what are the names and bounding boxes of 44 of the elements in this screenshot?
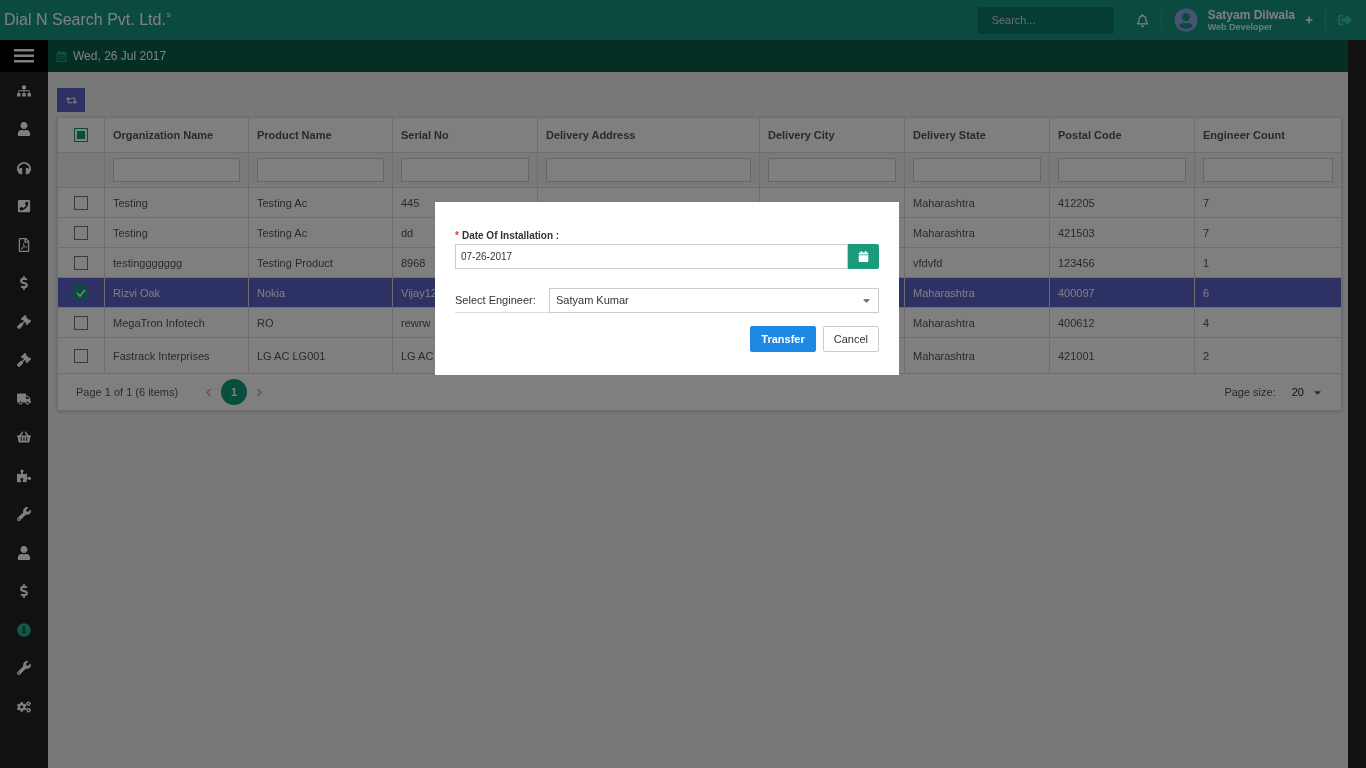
table-cell: Fastrack Interprises [113,349,210,362]
table-cell: MegaTron Infotech [113,316,205,329]
table-cell: 123456 [1058,256,1095,269]
table-cell: dd [401,226,414,239]
page-summary: Page 1 of 1 (6 items) [76,386,179,398]
table-cell: Maharashtra [913,316,975,329]
engineer-label: Select Engineer: [455,294,537,306]
table-cell: vfdvfd [913,256,943,269]
table-cell: 7 [1203,226,1210,239]
table-cell: Testing Ac [257,226,308,239]
table-cell: 421503 [1058,226,1095,239]
table-cell: 2 [1203,349,1210,362]
table-cell: Maharashtra [913,226,975,239]
table-cell: LG AC [401,349,434,362]
table-cell: 412205 [1058,196,1095,209]
table-cell: Nokia [257,286,286,299]
table-cell: 7 [1203,196,1210,209]
table-cell: Testing Ac [257,196,308,209]
table-cell: Maharashtra [913,349,975,362]
table-cell: 4 [1203,316,1210,329]
current-date: Wed, 26 Jul 2017 [73,49,167,63]
table-cell: 445 [401,196,420,209]
user-role: Web Developer [1207,22,1274,32]
table-cell: Rizvi Oak [113,286,161,299]
table-cell: Testing Product [257,256,333,269]
table-cell: Maharashtra [913,286,975,299]
page-size-label: Page size: [1224,386,1276,398]
table-cell: Testing [113,196,148,209]
table-cell: 421001 [1058,349,1095,362]
brand-mark: s [166,10,171,19]
table-cell: 8968 [401,256,426,269]
table-cell: rewrw [401,316,431,329]
table-cell: Maharashtra [913,196,975,209]
table-cell: Testing [113,226,148,239]
brand-name: Dial N Search Pvt. Ltd. [4,10,166,30]
table-cell: 1 [1203,256,1210,269]
table-cell: Vijay12 [401,286,437,299]
table-cell: testinggggggg [113,256,183,269]
table-cell: 400612 [1058,316,1095,329]
table-cell: 400097 [1058,286,1095,299]
date-label: * Date Of Installation : [455,230,561,241]
table-cell: RO [257,316,274,329]
table-cell: LG AC LG001 [257,349,326,362]
table-cell: 6 [1203,286,1210,299]
